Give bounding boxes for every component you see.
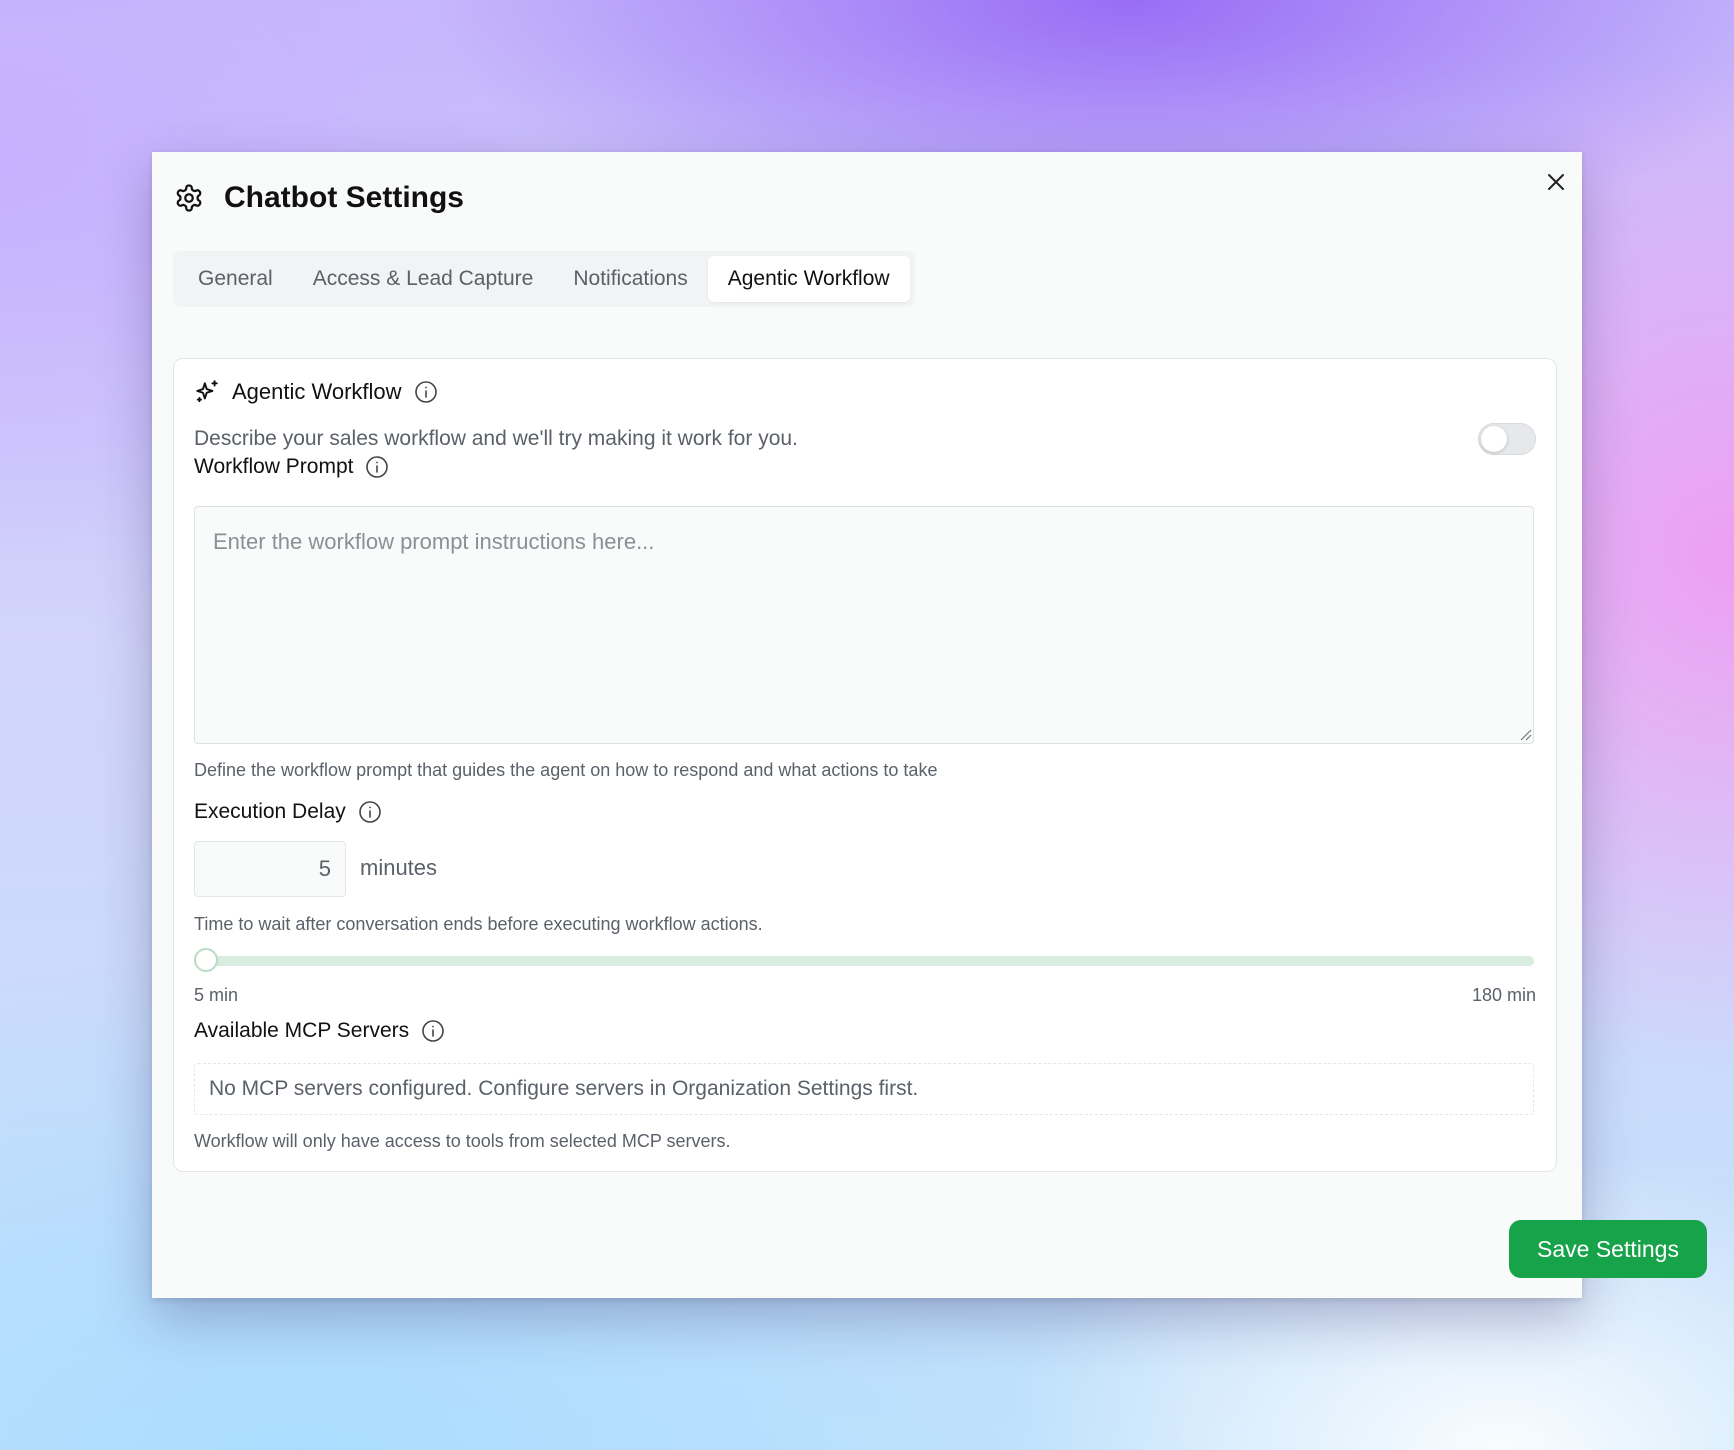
tab-general[interactable]: General xyxy=(178,256,293,302)
mcp-label-row: Available MCP Servers xyxy=(194,1019,445,1043)
slider-min-label: 5 min xyxy=(194,985,239,1005)
workflow-prompt-hint: Define the workflow prompt that guides t… xyxy=(194,760,938,780)
settings-tabs: General Access & Lead Capture Notificati… xyxy=(173,251,915,307)
slider-max-label: 180 min xyxy=(1471,985,1536,1005)
toggle-knob xyxy=(1481,426,1507,452)
info-icon[interactable] xyxy=(414,380,438,404)
info-icon[interactable] xyxy=(421,1019,445,1043)
mcp-servers-label: Available MCP Servers xyxy=(194,1019,410,1042)
agentic-workflow-toggle[interactable] xyxy=(1478,423,1536,455)
tab-notifications[interactable]: Notifications xyxy=(553,256,707,302)
workflow-prompt-label-row: Workflow Prompt xyxy=(194,455,389,479)
info-icon[interactable] xyxy=(365,455,389,479)
slider-thumb[interactable] xyxy=(194,948,218,972)
mcp-servers-empty-state: No MCP servers configured. Configure ser… xyxy=(194,1063,1534,1115)
dialog-header: Chatbot Settings xyxy=(174,181,464,215)
section-description: Describe your sales workflow and we'll t… xyxy=(194,427,798,450)
workflow-prompt-textarea[interactable] xyxy=(194,506,1534,744)
tab-agentic-workflow[interactable]: Agentic Workflow xyxy=(707,256,910,302)
execution-delay-label-row: Execution Delay xyxy=(194,800,382,824)
execution-delay-slider[interactable] xyxy=(194,948,1534,972)
execution-delay-input[interactable] xyxy=(194,841,346,897)
agentic-workflow-card: Agentic Workflow Describe your sales wor… xyxy=(173,358,1557,1172)
resize-handle-icon[interactable] xyxy=(1520,729,1532,741)
info-icon[interactable] xyxy=(358,800,382,824)
settings-dialog: Chatbot Settings General Access & Lead C… xyxy=(152,152,1707,1298)
execution-delay-unit: minutes xyxy=(360,855,438,880)
section-title: Agentic Workflow xyxy=(232,379,402,404)
close-button[interactable] xyxy=(1542,168,1570,196)
execution-delay-hint: Time to wait after conversation ends bef… xyxy=(194,914,763,934)
execution-delay-label: Execution Delay xyxy=(194,800,346,823)
gear-icon xyxy=(176,184,202,212)
dialog-title: Chatbot Settings xyxy=(224,181,464,214)
tab-access-lead-capture[interactable]: Access & Lead Capture xyxy=(293,256,554,302)
sparkles-icon xyxy=(196,380,218,403)
workflow-prompt-label: Workflow Prompt xyxy=(194,455,354,478)
save-settings-button[interactable]: Save Settings xyxy=(1509,1220,1707,1278)
section-header: Agentic Workflow xyxy=(194,379,438,405)
close-icon xyxy=(1548,174,1564,190)
mcp-servers-hint: Workflow will only have access to tools … xyxy=(194,1131,731,1151)
